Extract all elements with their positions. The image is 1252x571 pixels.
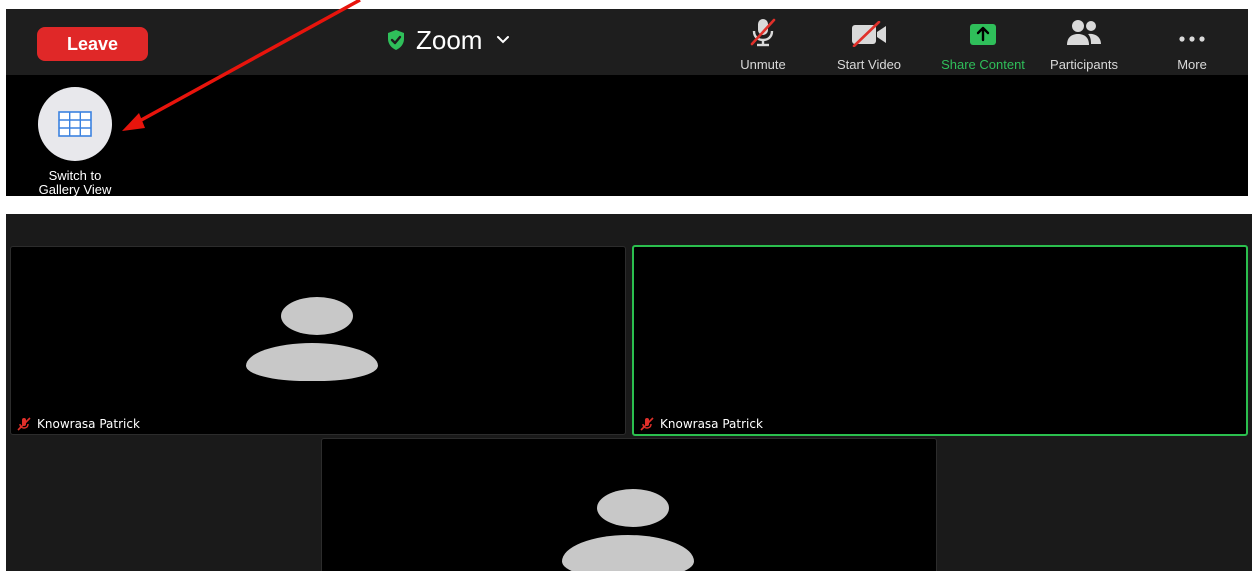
participants-button[interactable]: Participants: [1040, 17, 1128, 73]
switch-to-gallery-view-button[interactable]: Switch to Gallery View: [30, 87, 120, 196]
participant-tile[interactable]: Knowrasa Patrick: [10, 246, 626, 435]
participants-icon: [1067, 20, 1101, 45]
shield-icon: [388, 30, 404, 50]
more-label: More: [1177, 57, 1207, 72]
meeting-title-dropdown[interactable]: Zoom: [386, 23, 510, 57]
avatar: [562, 489, 702, 571]
participant-name-tag: Knowrasa Patrick: [17, 417, 140, 431]
avatar: [246, 297, 386, 387]
participant-name: Knowrasa Patrick: [37, 417, 140, 431]
gallery-view-label-line2: Gallery View: [38, 182, 112, 197]
microphone-muted-icon: [640, 417, 654, 431]
more-button[interactable]: More: [1170, 17, 1214, 73]
participant-tile[interactable]: [321, 438, 937, 571]
share-content-icon: [970, 24, 996, 45]
gallery-view-circle[interactable]: [38, 87, 112, 161]
microphone-muted-icon: [17, 417, 31, 431]
meeting-screen-gallery: Knowrasa Patrick Knowrasa Patrick: [6, 214, 1252, 571]
leave-button[interactable]: Leave: [37, 27, 148, 61]
chevron-down-icon: [497, 36, 510, 44]
start-video-label: Start Video: [836, 57, 902, 72]
meeting-screen-top: Leave Zoom Unmute Start Video Share Cont…: [6, 9, 1248, 196]
participant-name: Knowrasa Patrick: [660, 417, 763, 431]
microphone-muted-icon: [750, 18, 776, 47]
grid-icon: [58, 111, 92, 137]
participants-label: Participants: [1050, 57, 1118, 72]
start-video-button[interactable]: Start Video: [828, 17, 910, 73]
meeting-toolbar: Leave Zoom Unmute Start Video Share Cont…: [6, 9, 1248, 75]
gallery-view-label: Switch to Gallery View: [38, 168, 112, 197]
participant-name-tag: Knowrasa Patrick: [640, 417, 763, 431]
meeting-title-text: Zoom: [416, 24, 483, 55]
participant-tile-active-speaker[interactable]: Knowrasa Patrick: [632, 245, 1248, 436]
gallery-view-label-line1: Switch to: [48, 168, 102, 183]
more-dots-icon: [1179, 36, 1205, 42]
video-off-icon: [852, 21, 886, 47]
share-content-button[interactable]: Share Content: [938, 17, 1028, 73]
unmute-label: Unmute: [740, 57, 786, 72]
share-content-label: Share Content: [941, 57, 1025, 72]
unmute-button[interactable]: Unmute: [728, 17, 798, 73]
